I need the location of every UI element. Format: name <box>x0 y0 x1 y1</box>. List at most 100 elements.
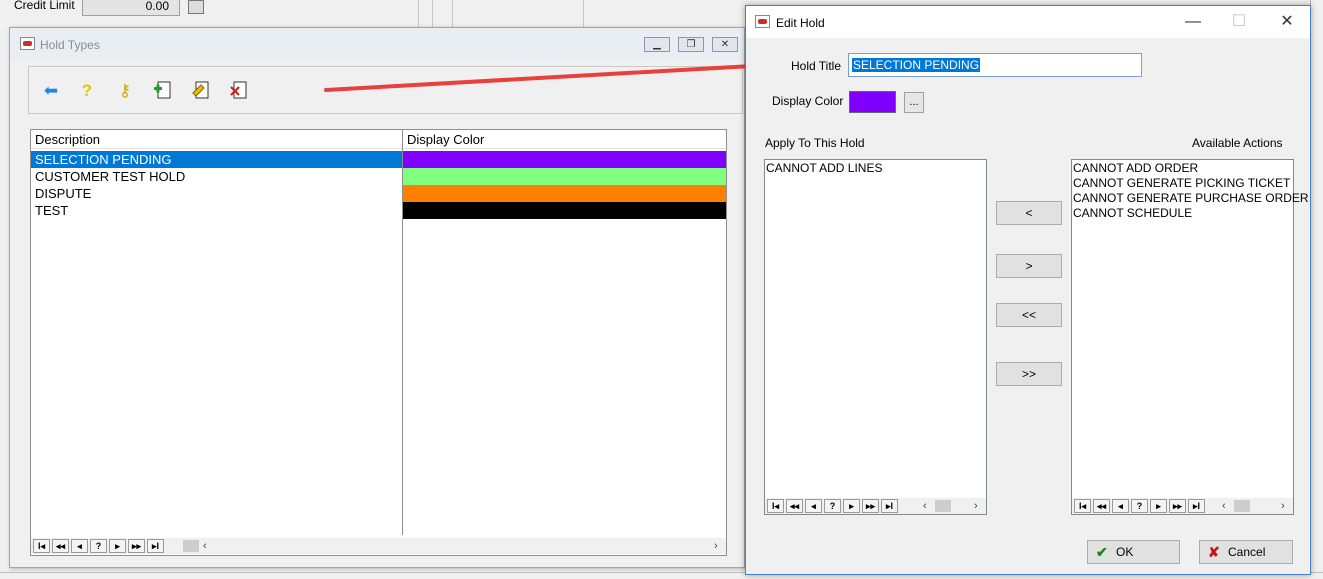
add-record-icon[interactable] <box>151 79 175 103</box>
scroll-right-icon[interactable]: › <box>1281 498 1285 514</box>
cancel-label: Cancel <box>1228 545 1266 559</box>
delete-record-icon[interactable] <box>227 79 251 103</box>
next-page-icon[interactable]: ▸▸ <box>128 539 145 553</box>
scrollbar-thumb[interactable] <box>935 500 951 512</box>
app-icon <box>755 15 770 28</box>
list-item[interactable]: CANNOT ADD LINES <box>766 161 882 176</box>
hold-title-input[interactable]: SELECTION PENDING <box>848 53 1142 77</box>
next-page-icon[interactable]: ▸▸ <box>862 499 879 513</box>
last-record-icon[interactable]: ▸I <box>1188 499 1205 513</box>
close-icon[interactable]: ✕ <box>1264 6 1310 38</box>
prev-page-icon[interactable]: ◂◂ <box>52 539 69 553</box>
next-record-icon[interactable]: ▸ <box>843 499 860 513</box>
last-record-icon[interactable]: ▸I <box>881 499 898 513</box>
app-icon <box>20 37 35 50</box>
checkmark-icon: ✔ <box>1096 544 1108 560</box>
scroll-right-icon[interactable]: › <box>714 538 718 554</box>
minimize-icon[interactable]: ▁ <box>644 37 670 52</box>
edit-hold-titlebar[interactable]: Edit Hold — ☐ ✕ <box>746 6 1310 38</box>
apply-to-hold-label: Apply To This Hold <box>765 136 865 150</box>
divider <box>418 0 419 27</box>
ok-label: OK <box>1116 545 1134 559</box>
hold-types-title: Hold Types <box>40 38 100 52</box>
prev-record-icon[interactable]: ◂ <box>1112 499 1129 513</box>
first-record-icon[interactable]: I◂ <box>33 539 50 553</box>
list-item[interactable]: CANNOT GENERATE PURCHASE ORDER <box>1073 191 1309 206</box>
row-description: DISPUTE <box>35 186 92 201</box>
next-page-icon[interactable]: ▸▸ <box>1169 499 1186 513</box>
hold-types-window: Hold Types ▁ ❐ ✕ ⬅ ? ⚷ Description Displ… <box>9 27 745 568</box>
list-navigator: I◂ ◂◂ ◂? ▸ ▸▸ ▸I ‹ › <box>1072 498 1293 514</box>
row-color-swatch <box>403 202 726 219</box>
table-row[interactable]: CUSTOMER TEST HOLD <box>31 168 726 185</box>
maximize-icon: ☐ <box>1231 13 1247 30</box>
column-header-display-color[interactable]: Display Color <box>403 130 726 149</box>
edit-record-icon[interactable] <box>189 79 213 103</box>
list-navigator: I◂ ◂◂ ◂? ▸ ▸▸ ▸I ‹ › <box>765 498 986 514</box>
column-header-description[interactable]: Description <box>31 130 403 149</box>
hold-types-titlebar[interactable]: Hold Types ▁ ❐ ✕ <box>10 28 744 60</box>
scrollbar-thumb[interactable] <box>1234 500 1250 512</box>
row-description: CUSTOMER TEST HOLD <box>35 169 186 184</box>
table-row[interactable]: TEST <box>31 202 726 219</box>
available-actions-list[interactable]: CANNOT ADD ORDER CANNOT GENERATE PICKING … <box>1071 159 1309 515</box>
table-row[interactable]: SELECTION PENDING <box>31 151 726 168</box>
first-record-icon[interactable]: I◂ <box>767 499 784 513</box>
move-all-left-button[interactable]: << <box>996 303 1062 327</box>
display-color-label: Display Color <box>772 94 844 108</box>
list-item[interactable]: CANNOT GENERATE PICKING TICKET <box>1073 176 1290 191</box>
list-item[interactable]: CANNOT ADD ORDER <box>1073 161 1198 176</box>
row-color-swatch <box>403 151 726 168</box>
minimize-icon[interactable]: — <box>1170 6 1216 38</box>
help-icon[interactable]: ? <box>824 499 841 513</box>
prev-page-icon[interactable]: ◂◂ <box>1093 499 1110 513</box>
move-all-right-button[interactable]: >> <box>996 362 1062 386</box>
list-item[interactable]: CANNOT SCHEDULE <box>1073 206 1192 221</box>
restore-icon[interactable]: ❐ <box>678 37 704 52</box>
help-icon[interactable]: ? <box>90 539 107 553</box>
divider <box>452 0 453 27</box>
next-record-icon[interactable]: ▸ <box>1150 499 1167 513</box>
background-scroll-strip <box>1310 0 1323 579</box>
scrollbar-thumb[interactable] <box>183 540 199 552</box>
back-arrow-icon[interactable]: ⬅ <box>39 79 63 103</box>
first-record-icon[interactable]: I◂ <box>1074 499 1091 513</box>
scroll-left-icon[interactable]: ‹ <box>1222 498 1226 514</box>
cancel-x-icon: ✘ <box>1208 544 1220 560</box>
move-selected-right-button[interactable]: > <box>996 254 1062 278</box>
key-icon[interactable]: ⚷ <box>113 79 137 103</box>
hold-title-label: Hold Title <box>791 59 842 73</box>
prev-page-icon[interactable]: ◂◂ <box>786 499 803 513</box>
next-record-icon[interactable]: ▸ <box>109 539 126 553</box>
scroll-right-icon[interactable]: › <box>974 498 978 514</box>
row-color-swatch <box>403 185 726 202</box>
credit-limit-label: Credit Limit <box>14 0 75 12</box>
color-picker-button[interactable]: ... <box>904 92 924 113</box>
help-icon[interactable]: ? <box>1131 499 1148 513</box>
lock-icon[interactable] <box>188 0 204 14</box>
prev-record-icon[interactable]: ◂ <box>805 499 822 513</box>
hold-types-grid: Description Display Color SELECTION PEND… <box>30 129 727 556</box>
ok-button[interactable]: ✔ OK <box>1087 540 1180 564</box>
hold-types-toolbar: ⬅ ? ⚷ <box>28 66 743 114</box>
close-icon[interactable]: ✕ <box>712 37 738 52</box>
prev-record-icon[interactable]: ◂ <box>71 539 88 553</box>
help-icon[interactable]: ? <box>75 79 99 103</box>
scroll-left-icon[interactable]: ‹ <box>203 538 207 554</box>
hold-title-value: SELECTION PENDING <box>852 58 981 72</box>
applied-actions-list[interactable]: CANNOT ADD LINES I◂ ◂◂ ◂? ▸ ▸▸ ▸I ‹ › <box>764 159 987 515</box>
display-color-swatch[interactable] <box>849 91 896 113</box>
row-description: TEST <box>35 203 69 218</box>
move-selected-left-button[interactable]: < <box>996 201 1062 225</box>
scroll-left-icon[interactable]: ‹ <box>923 498 927 514</box>
available-actions-label: Available Actions <box>1192 136 1283 150</box>
cancel-button[interactable]: ✘ Cancel <box>1199 540 1293 564</box>
last-record-icon[interactable]: ▸I <box>147 539 164 553</box>
edit-hold-dialog: Edit Hold — ☐ ✕ Hold Title SELECTION PEN… <box>745 5 1311 575</box>
credit-limit-field[interactable]: 0.00 <box>82 0 180 16</box>
grid-navigator: I◂ ◂◂ ◂? ▸ ▸▸ ▸I ‹ › <box>31 538 726 554</box>
row-color-swatch <box>403 168 726 185</box>
divider <box>432 0 433 27</box>
table-row[interactable]: DISPUTE <box>31 185 726 202</box>
edit-hold-title: Edit Hold <box>776 16 825 30</box>
